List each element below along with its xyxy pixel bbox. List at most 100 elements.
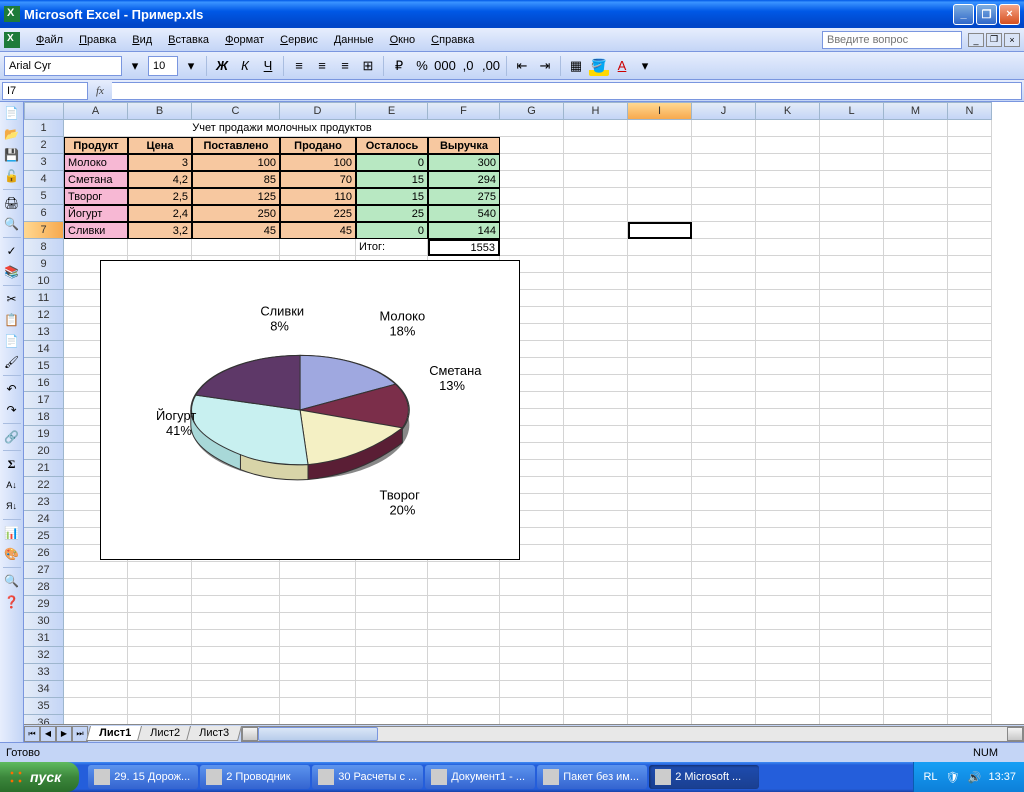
increase-indent-button[interactable]: ⇥ [535,56,555,76]
cell-L21[interactable] [820,460,884,477]
cell-K1[interactable] [756,120,820,137]
cell-L15[interactable] [820,358,884,375]
cell-I27[interactable] [628,562,692,579]
cell-N1[interactable] [948,120,992,137]
mdi-close-button[interactable]: × [1004,33,1020,47]
cell-C3[interactable]: 100 [192,154,280,171]
cell-H28[interactable] [564,579,628,596]
cell-I24[interactable] [628,511,692,528]
cell-N29[interactable] [948,596,992,613]
cell-E2[interactable]: Осталось [356,137,428,154]
cell-C35[interactable] [192,698,280,715]
row-header-15[interactable]: 15 [24,358,64,375]
cell-D4[interactable]: 70 [280,171,356,188]
cell-H2[interactable] [564,137,628,154]
cell-M31[interactable] [884,630,948,647]
cell-I28[interactable] [628,579,692,596]
cell-N7[interactable] [948,222,992,239]
cell-H15[interactable] [564,358,628,375]
cell-I33[interactable] [628,664,692,681]
cell-K15[interactable] [756,358,820,375]
horizontal-scrollbar[interactable] [241,726,1024,742]
cell-L13[interactable] [820,324,884,341]
cell-M14[interactable] [884,341,948,358]
cell-J31[interactable] [692,630,756,647]
menu-Правка[interactable]: Правка [71,32,124,48]
print-preview-button[interactable]: 🔍 [3,215,21,233]
cell-I22[interactable] [628,477,692,494]
cell-I11[interactable] [628,290,692,307]
cell-N34[interactable] [948,681,992,698]
cell-L19[interactable] [820,426,884,443]
cell-I5[interactable] [628,188,692,205]
cell-K13[interactable] [756,324,820,341]
cell-K11[interactable] [756,290,820,307]
cell-I3[interactable] [628,154,692,171]
cell-H14[interactable] [564,341,628,358]
cell-F6[interactable]: 540 [428,205,500,222]
col-header-A[interactable]: A [64,102,128,120]
cell-G29[interactable] [500,596,564,613]
align-right-button[interactable]: ≡ [335,56,355,76]
cell-K29[interactable] [756,596,820,613]
font-name-dropdown[interactable]: ▾ [125,56,145,76]
cell-N11[interactable] [948,290,992,307]
cell-C4[interactable]: 85 [192,171,280,188]
cell-J34[interactable] [692,681,756,698]
cell-H12[interactable] [564,307,628,324]
cell-H22[interactable] [564,477,628,494]
cell-D36[interactable] [280,715,356,724]
cell-E6[interactable]: 25 [356,205,428,222]
cell-H9[interactable] [564,256,628,273]
tray-shield-icon[interactable]: 🛡 [944,769,960,785]
cell-I12[interactable] [628,307,692,324]
cell-I17[interactable] [628,392,692,409]
row-header-29[interactable]: 29 [24,596,64,613]
cell-B28[interactable] [128,579,192,596]
row-header-1[interactable]: 1 [24,120,64,137]
cell-I35[interactable] [628,698,692,715]
spreadsheet-grid[interactable]: ABCDEFGHIJKLMN 1Учет продажи молочных пр… [24,102,1024,742]
cell-I23[interactable] [628,494,692,511]
row-header-25[interactable]: 25 [24,528,64,545]
col-header-B[interactable]: B [128,102,192,120]
cell-F28[interactable] [428,579,500,596]
cell-G30[interactable] [500,613,564,630]
help-button[interactable]: ❓ [3,593,21,611]
cell-I9[interactable] [628,256,692,273]
undo-button[interactable]: ↶ [3,380,21,398]
cell-L35[interactable] [820,698,884,715]
name-box[interactable] [2,82,88,100]
row-header-2[interactable]: 2 [24,137,64,154]
ask-question-input[interactable] [822,31,962,49]
cell-I15[interactable] [628,358,692,375]
cell-K31[interactable] [756,630,820,647]
cell-D5[interactable]: 110 [280,188,356,205]
cell-N23[interactable] [948,494,992,511]
tab-nav-next[interactable]: ▶ [56,726,72,742]
cell-J29[interactable] [692,596,756,613]
cell-G34[interactable] [500,681,564,698]
tab-nav-prev[interactable]: ◀ [40,726,56,742]
cell-L32[interactable] [820,647,884,664]
taskbar-item[interactable]: 29. 15 Дорож... [88,765,198,789]
cell-B2[interactable]: Цена [128,137,192,154]
cell-J10[interactable] [692,273,756,290]
cell-K4[interactable] [756,171,820,188]
cell-F3[interactable]: 300 [428,154,500,171]
cell-J15[interactable] [692,358,756,375]
cell-K28[interactable] [756,579,820,596]
cell-K24[interactable] [756,511,820,528]
cell-M9[interactable] [884,256,948,273]
cell-H11[interactable] [564,290,628,307]
cell-D32[interactable] [280,647,356,664]
cell-C30[interactable] [192,613,280,630]
cell-K21[interactable] [756,460,820,477]
cell-J12[interactable] [692,307,756,324]
cell-D6[interactable]: 225 [280,205,356,222]
cell-E32[interactable] [356,647,428,664]
cell-I6[interactable] [628,205,692,222]
cell-D30[interactable] [280,613,356,630]
row-header-24[interactable]: 24 [24,511,64,528]
cell-B34[interactable] [128,681,192,698]
